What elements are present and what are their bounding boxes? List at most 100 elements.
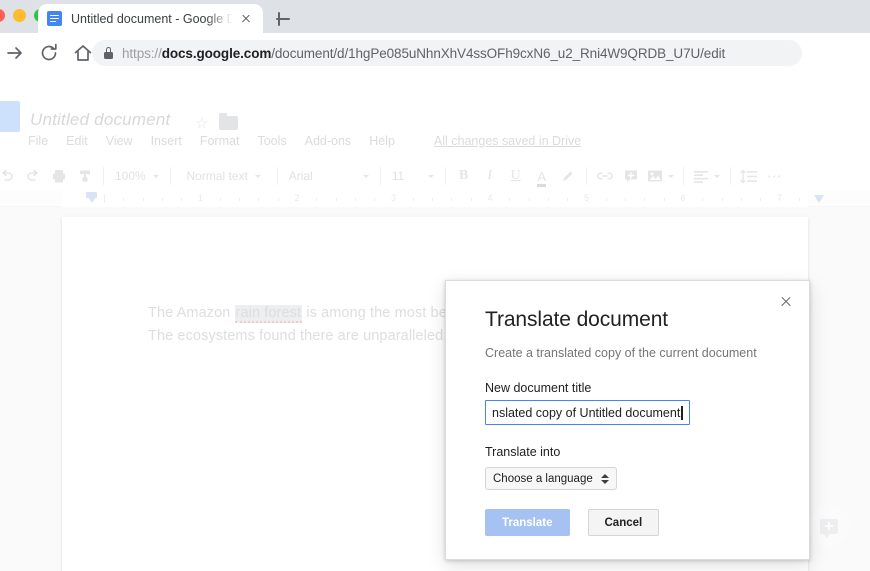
menu-item-add-ons[interactable]: Add-ons <box>296 134 361 148</box>
ruler-tick <box>567 197 569 201</box>
ruler-tick <box>161 197 163 201</box>
ruler-tick <box>123 197 125 201</box>
star-icon[interactable]: ☆ <box>195 114 208 132</box>
ruler-tick <box>277 197 279 201</box>
align-left-icon[interactable] <box>689 165 725 187</box>
toolbar-divider <box>169 167 171 185</box>
left-indent-marker[interactable] <box>86 192 97 204</box>
ruler-tick <box>432 197 434 201</box>
bold-button[interactable]: B <box>451 165 477 187</box>
toolbar-divider <box>444 167 446 185</box>
undo-icon[interactable] <box>0 165 20 187</box>
menu-item-view[interactable]: View <box>97 134 142 148</box>
address-bar[interactable]: https://docs.google.com/document/d/1hgPe… <box>92 40 802 66</box>
new-document-title-input[interactable]: nslated copy of Untitled document <box>485 400 690 425</box>
chevron-down-icon <box>152 174 159 178</box>
chevron-down-icon <box>362 174 369 178</box>
misspelled-word[interactable]: rain forest <box>234 305 303 323</box>
save-status-label[interactable]: All changes saved in Drive <box>434 134 581 148</box>
toolbar-divider <box>729 167 731 185</box>
ruler-tick <box>219 197 221 201</box>
ruler-tick <box>239 197 241 201</box>
ruler-tick <box>547 197 549 201</box>
docs-header: Untitled document ☆ File Edit View Inser… <box>0 73 870 191</box>
paragraph-style-dropdown[interactable]: Normal text <box>176 165 272 187</box>
new-document-title-label: New document title <box>485 381 592 395</box>
menu-item-file[interactable]: File <box>28 134 57 148</box>
translate-button[interactable]: Translate <box>485 509 570 536</box>
italic-button[interactable]: I <box>477 165 503 187</box>
dialog-title: Translate document <box>485 308 669 331</box>
toolbar-divider <box>103 167 104 185</box>
new-tab-button[interactable] <box>272 8 294 30</box>
highlight-pen-icon[interactable] <box>555 165 581 187</box>
redo-icon[interactable] <box>20 165 46 187</box>
ruler-tick <box>181 197 183 201</box>
reload-icon[interactable] <box>36 40 62 66</box>
language-select[interactable]: Choose a language <box>485 467 617 490</box>
ruler-tick <box>412 197 414 201</box>
browser-tab[interactable]: Untitled document - Google Doc <box>38 4 263 33</box>
chevron-down-icon <box>254 174 261 178</box>
translate-document-dialog: Translate document Create a translated c… <box>445 280 810 560</box>
ruler-tick <box>625 197 627 201</box>
browser-tab-title: Untitled document - Google Doc <box>71 11 236 26</box>
paint-format-icon[interactable] <box>72 165 98 187</box>
screen: Untitled document - Google Doc https://d… <box>0 0 870 571</box>
menu-item-tools[interactable]: Tools <box>248 134 295 148</box>
toolbar-divider <box>682 167 684 185</box>
ruler-number: 6 <box>680 193 686 203</box>
close-icon[interactable] <box>238 11 254 27</box>
chevron-down-icon <box>427 174 434 178</box>
menu-item-help[interactable]: Help <box>360 134 404 148</box>
close-icon[interactable] <box>775 291 797 313</box>
font-size-dropdown[interactable]: 11 <box>386 165 440 187</box>
insert-image-icon[interactable] <box>644 165 678 187</box>
ruler-number: 5 <box>583 193 590 203</box>
zoom-level-dropdown[interactable]: 100% <box>109 165 165 187</box>
more-options-icon[interactable]: ⋯ <box>762 165 788 187</box>
add-comment-icon[interactable] <box>618 165 644 187</box>
text-color-button[interactable]: A <box>529 165 555 187</box>
line-spacing-icon[interactable] <box>736 165 762 187</box>
navigation-buttons <box>2 40 96 66</box>
menu-item-edit[interactable]: Edit <box>57 134 97 148</box>
ruler-tick <box>354 197 356 201</box>
docs-formatting-toolbar: 100% Normal text Arial 11 B I U A ⋯ <box>0 161 870 191</box>
ruler-number: 3 <box>390 193 397 203</box>
ruler-track: 1 2 3 4 5 6 7 <box>62 191 808 207</box>
dialog-actions: Translate Cancel <box>485 509 660 536</box>
dialog-subtitle: Create a translated copy of the current … <box>485 346 757 360</box>
new-document-title-value: nslated copy of Untitled document <box>492 405 681 420</box>
ruler-tick <box>451 197 453 201</box>
ruler-tick <box>721 197 723 201</box>
insert-link-icon[interactable] <box>592 165 618 187</box>
menu-item-insert[interactable]: Insert <box>142 134 191 148</box>
ruler-tick <box>644 197 646 201</box>
cancel-button[interactable]: Cancel <box>587 509 660 536</box>
underline-button[interactable]: U <box>503 165 529 187</box>
translate-into-label: Translate into <box>485 445 561 459</box>
ruler-tick <box>509 197 511 201</box>
document-title[interactable]: Untitled document <box>30 110 170 130</box>
document-ruler[interactable]: 1 2 3 4 5 6 7 <box>0 191 870 207</box>
ruler-tick <box>258 197 260 201</box>
ruler-tick <box>335 197 337 201</box>
docs-menu-bar: File Edit View Insert Format Tools Add-o… <box>28 134 581 148</box>
move-to-folder-icon[interactable] <box>219 113 238 130</box>
print-icon[interactable] <box>46 165 72 187</box>
toolbar-divider <box>276 167 278 185</box>
ruler-tick <box>740 197 742 201</box>
ruler-tick <box>605 197 607 201</box>
ruler-tick <box>663 197 665 201</box>
forward-arrow-icon[interactable] <box>2 40 28 66</box>
add-comment-icon <box>820 518 838 538</box>
menu-item-format[interactable]: Format <box>191 134 249 148</box>
minimize-window-button[interactable] <box>13 9 26 22</box>
add-comment-button[interactable] <box>808 505 850 547</box>
font-family-dropdown[interactable]: Arial <box>283 165 375 187</box>
browser-tab-strip: Untitled document - Google Doc <box>0 0 870 33</box>
toolbar-divider <box>585 167 587 185</box>
right-indent-marker[interactable] <box>814 195 824 205</box>
close-window-button[interactable] <box>0 9 5 22</box>
